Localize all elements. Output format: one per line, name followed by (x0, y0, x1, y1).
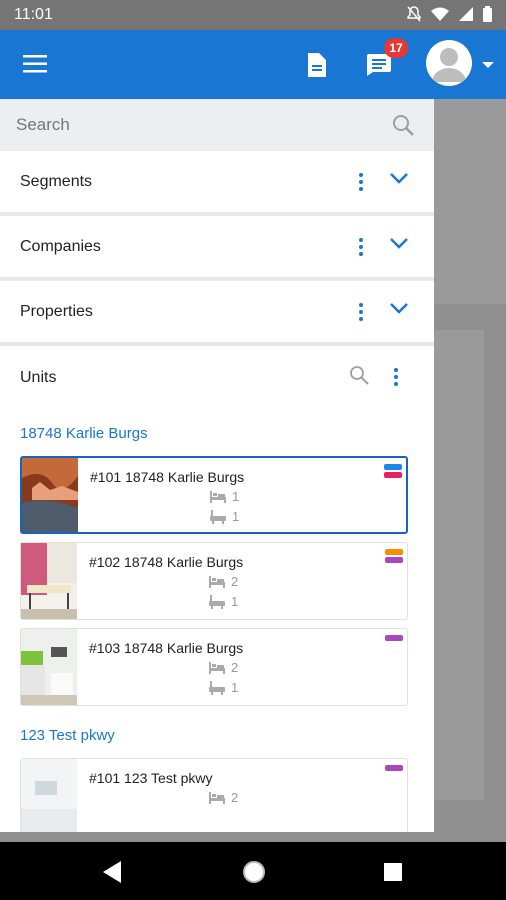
companies-section[interactable]: Companies (0, 216, 434, 281)
unit-photo (21, 629, 77, 705)
bed-row: 1 (210, 489, 239, 504)
unit-photo (21, 543, 77, 619)
bathtub-icon (210, 509, 226, 524)
status-tags (385, 765, 403, 771)
document-icon[interactable] (306, 53, 326, 77)
unit-card[interactable]: #101 123 Test pkwy 2 (20, 758, 408, 832)
chevron-down-icon[interactable] (389, 302, 409, 314)
chevron-down-icon[interactable] (389, 172, 409, 184)
group-title[interactable]: 123 Test pkwy (0, 714, 434, 758)
unit-card[interactable]: #101 18748 Karlie Burgs 1 1 (20, 456, 408, 534)
unit-card[interactable]: #103 18748 Karlie Burgs 2 1 (20, 628, 408, 706)
user-avatar[interactable] (426, 40, 472, 86)
system-nav-bar (0, 842, 506, 900)
bed-icon (209, 791, 225, 804)
home-icon[interactable] (242, 860, 266, 884)
dropdown-arrow-icon[interactable] (482, 62, 494, 68)
notifications-off-icon (407, 6, 421, 22)
bath-count: 1 (231, 680, 239, 695)
status-tags (385, 635, 403, 641)
unit-title: #101 123 Test pkwy (89, 770, 213, 786)
units-header: Units (0, 346, 434, 404)
group-title[interactable]: 18748 Karlie Burgs (0, 412, 434, 456)
bed-count: 2 (231, 790, 239, 805)
status-tag (385, 635, 403, 641)
status-tag (384, 472, 402, 478)
bed-row: 2 (209, 660, 238, 675)
background-card (428, 330, 484, 800)
status-tag (384, 464, 402, 470)
bed-icon (209, 575, 225, 588)
bed-count: 2 (231, 574, 239, 589)
units-label: Units (20, 369, 57, 386)
bed-count: 1 (232, 489, 240, 504)
unit-photo (22, 458, 78, 532)
search-bar (0, 99, 434, 151)
properties-section[interactable]: Properties (0, 281, 434, 346)
bed-icon (210, 490, 226, 503)
recents-icon[interactable] (384, 863, 402, 881)
bathtub-icon (209, 594, 225, 609)
unit-title: #102 18748 Karlie Burgs (89, 554, 244, 570)
navigation-drawer: Segments Companies Properties Units 1874… (0, 99, 434, 832)
more-vert-icon[interactable] (359, 303, 363, 324)
bath-row: 1 (209, 594, 238, 609)
unit-title: #101 18748 Karlie Burgs (90, 469, 245, 485)
status-time: 11:01 (14, 6, 53, 23)
status-bar: 11:01 (0, 0, 506, 30)
signal-icon (459, 7, 473, 21)
notification-badge: 17 (384, 38, 408, 58)
messages-icon[interactable] (367, 54, 391, 76)
battery-icon (483, 6, 492, 22)
status-tag (385, 765, 403, 771)
segments-section[interactable]: Segments (0, 151, 434, 216)
bath-count: 1 (231, 594, 239, 609)
section-label: Segments (20, 173, 93, 190)
section-label: Properties (20, 303, 93, 320)
section-label: Companies (20, 238, 101, 255)
more-vert-icon[interactable] (394, 368, 398, 389)
bed-icon (209, 661, 225, 674)
status-tags (385, 549, 403, 563)
bath-row: 1 (209, 680, 238, 695)
status-tag (385, 557, 403, 563)
bed-row: 2 (209, 790, 238, 805)
chevron-down-icon[interactable] (389, 237, 409, 249)
bed-count: 2 (231, 660, 239, 675)
search-icon[interactable] (349, 365, 369, 385)
more-vert-icon[interactable] (359, 238, 363, 259)
more-vert-icon[interactable] (359, 173, 363, 194)
search-icon[interactable] (392, 114, 414, 136)
avatar-icon (432, 48, 466, 82)
unit-photo (21, 759, 77, 832)
back-icon[interactable] (103, 861, 123, 883)
background-card (428, 99, 506, 304)
unit-card[interactable]: #102 18748 Karlie Burgs 2 1 (20, 542, 408, 620)
bath-count: 1 (232, 509, 240, 524)
search-input[interactable] (0, 99, 412, 151)
menu-icon[interactable] (23, 55, 47, 73)
unit-title: #103 18748 Karlie Burgs (89, 640, 244, 656)
status-tag (385, 549, 403, 555)
bathtub-icon (209, 680, 225, 695)
bath-row: 1 (210, 509, 239, 524)
wifi-icon (431, 7, 449, 21)
status-tags (384, 464, 402, 478)
bed-row: 2 (209, 574, 238, 589)
status-icons (407, 6, 492, 22)
